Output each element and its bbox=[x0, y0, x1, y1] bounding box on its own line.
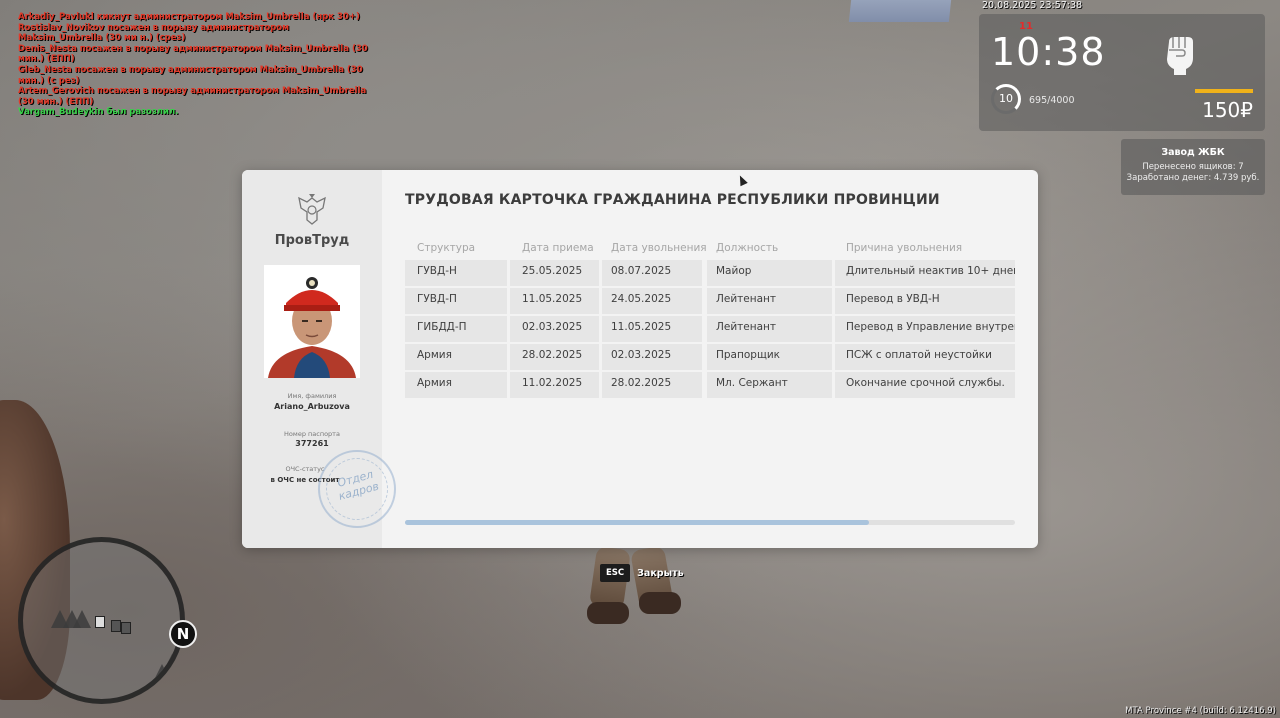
table-cell: ГУВД-П bbox=[417, 293, 457, 305]
citizen-photo bbox=[264, 265, 360, 378]
card-sidebar: ПровТруд Имя, фамилия Ariano_Arbuzova Но… bbox=[242, 170, 396, 548]
table-cell: Армия bbox=[417, 377, 452, 389]
job-earnings: Заработано денег: 4.739 руб. bbox=[1126, 173, 1260, 183]
table-cell: 02.03.2025 bbox=[522, 321, 583, 333]
table-cell: 28.02.2025 bbox=[611, 377, 672, 389]
column-header: Дата приема bbox=[522, 242, 594, 254]
chat-line: Arkadiy_Pavlukl кикнут администратором M… bbox=[18, 12, 360, 22]
table-cell: Армия bbox=[417, 349, 452, 361]
table-header: Структура Дата приема Дата увольнения До… bbox=[405, 240, 1015, 260]
level-ring: 10 bbox=[991, 84, 1021, 114]
chat-log: Arkadiy_Pavlukl кикнут администратором M… bbox=[18, 12, 368, 118]
table-cell: ГИБДД-П bbox=[417, 321, 467, 333]
name-value: Ariano_Arbuzova bbox=[274, 402, 350, 411]
org-brand: ПровТруд bbox=[274, 233, 350, 248]
passport-value: 377261 bbox=[295, 439, 329, 448]
chat-line: Vargam_Budeykin был разозлил. bbox=[18, 107, 179, 118]
table-cell: ПСЖ с оплатой неустойки bbox=[846, 349, 992, 361]
table-cell: ГУВД-Н bbox=[417, 265, 457, 277]
card-title: ТРУДОВАЯ КАРТОЧКА ГРАЖДАНИНА РЕСПУБЛИКИ … bbox=[405, 192, 940, 208]
column-header: Причина увольнения bbox=[846, 242, 963, 254]
table-row: Армия 28.02.2025 02.03.2025 Прапорщик ПСЖ с … bbox=[405, 344, 1015, 372]
table-cell: Окончание срочной службы. bbox=[846, 377, 1005, 389]
table-cell: 11.05.2025 bbox=[522, 293, 583, 305]
column-header: Дата увольнения bbox=[611, 242, 707, 254]
scroll-progress-fill bbox=[405, 520, 869, 525]
job-title: Завод ЖБК bbox=[1161, 147, 1225, 158]
table-cell: Майор bbox=[716, 265, 752, 277]
table-row: Армия 11.02.2025 28.02.2025 Мл. Сержант Окон… bbox=[405, 372, 1015, 400]
table-cell: 11.05.2025 bbox=[611, 321, 672, 333]
chat-line: Artem_Gerovich посажен в порыву админист… bbox=[18, 86, 367, 107]
hr-stamp: Отдел кадров bbox=[318, 450, 396, 528]
table-cell: Длительный неактив 10+ дней bbox=[846, 265, 1015, 277]
player-hud: 11 10:38 10 695/4000 150₽ bbox=[979, 14, 1265, 131]
background-sky-patch bbox=[848, 0, 952, 22]
player-character bbox=[585, 545, 681, 628]
close-label[interactable]: Закрыть bbox=[637, 568, 684, 579]
chat-line: Denis_Nesta посажен в порыву администрат… bbox=[18, 43, 368, 65]
table-cell: Лейтенант bbox=[716, 321, 777, 333]
table-cell: 11.02.2025 bbox=[522, 377, 583, 389]
table-row: ГУВД-П 11.05.2025 24.05.2025 Лейтенант Перев… bbox=[405, 288, 1015, 316]
close-hint[interactable]: ESC Закрыть bbox=[600, 563, 684, 583]
money-balance: 150₽ bbox=[1202, 98, 1253, 122]
table-cell: 24.05.2025 bbox=[611, 293, 672, 305]
esc-key[interactable]: ESC bbox=[600, 564, 631, 582]
table-cell: Лейтенант bbox=[716, 293, 777, 305]
datetime: 20.08.2025 23:57:38 bbox=[982, 0, 1083, 11]
table-cell: 28.02.2025 bbox=[522, 349, 583, 361]
name-label: Имя, фамилия bbox=[287, 392, 337, 400]
table-cell: 08.07.2025 bbox=[611, 265, 672, 277]
money-accent-bar bbox=[1195, 89, 1253, 93]
xp-counter: 695/4000 bbox=[1029, 95, 1075, 106]
level-number: 10 bbox=[999, 92, 1013, 105]
scroll-progress[interactable] bbox=[405, 520, 1015, 525]
column-header: Структура bbox=[417, 242, 476, 254]
fist-icon bbox=[1167, 37, 1193, 75]
chat-line: Gleb_Nesta посажен в порыву администрато… bbox=[18, 64, 363, 86]
eagle-emblem-icon bbox=[298, 194, 326, 225]
table-cell: Мл. Сержант bbox=[716, 377, 788, 389]
job-panel: Завод ЖБК Перенесено ящиков: 7 Заработан… bbox=[1121, 139, 1265, 195]
table-cell: Прапорщик bbox=[716, 349, 781, 361]
build-info: MTA Province #4 (build: 6.12416.9) bbox=[1125, 706, 1276, 716]
column-header: Должность bbox=[716, 242, 779, 254]
employment-card-dialog: ПровТруд Имя, фамилия Ariano_Arbuzova Но… bbox=[242, 170, 1038, 548]
employment-table: Структура Дата приема Дата увольнения До… bbox=[405, 240, 1015, 400]
minimap bbox=[18, 537, 185, 704]
table-cell: Перевод в УВД-Н bbox=[846, 293, 940, 305]
passport-label: Номер паспорта bbox=[284, 430, 340, 438]
compass-north-icon: N bbox=[169, 620, 197, 648]
game-clock: 10:38 bbox=[991, 30, 1106, 74]
table-cell: Перевод в Управление внутренн bbox=[846, 321, 1015, 333]
table-cell: 25.05.2025 bbox=[522, 265, 583, 277]
chat-line: Rostislav_Novikov посажен в порыву админ… bbox=[18, 22, 290, 44]
job-crates: Перенесено ящиков: 7 bbox=[1142, 162, 1244, 172]
table-cell: 02.03.2025 bbox=[611, 349, 672, 361]
table-row: ГУВД-Н 25.05.2025 08.07.2025 Майор Длительны… bbox=[405, 260, 1015, 288]
table-row: ГИБДД-П 02.03.2025 11.05.2025 Лейтенант Пере… bbox=[405, 316, 1015, 344]
